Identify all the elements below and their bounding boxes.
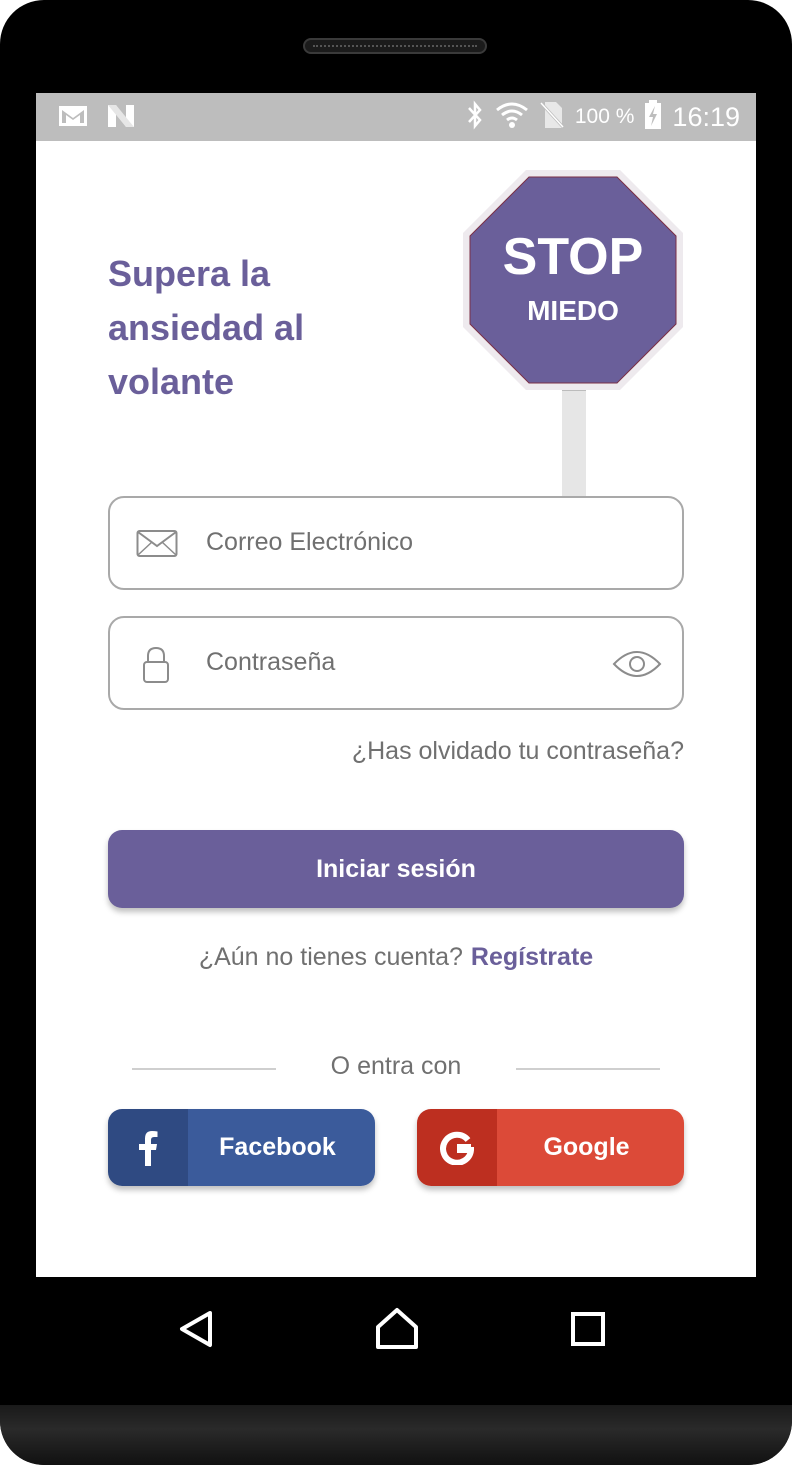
no-sim-icon [539,100,565,134]
recents-icon[interactable] [570,1305,608,1357]
signup-prompt: ¿Aún no tienes cuenta? [198,943,463,971]
android-nav-bar [0,1277,792,1405]
sign-stop-text: STOP [503,228,644,286]
lock-icon [142,646,170,688]
wifi-icon [495,101,529,133]
social-divider-label: O entra con [330,1052,462,1080]
stop-sign-illustration: STOP MIEDO [463,170,683,497]
mail-icon [136,528,178,562]
eye-icon[interactable] [612,648,662,684]
sign-miedo-text: MIEDO [527,295,619,326]
email-field[interactable]: Correo Electrónico [108,496,684,590]
divider-right [516,1068,660,1070]
google-label: Google [497,1109,684,1186]
signup-row: ¿Aún no tienes cuenta? Regístrate [36,943,756,972]
bluetooth-icon [465,100,485,134]
headline: Supera la ansiedad al volante [108,253,305,402]
forgot-password-link[interactable]: ¿Has olvidado tu contraseña? [352,737,684,766]
back-icon[interactable] [176,1305,216,1357]
phone-speaker [303,38,487,54]
facebook-button[interactable]: Facebook [108,1109,375,1186]
phone-bottom-bezel [0,1405,792,1465]
facebook-icon [108,1109,188,1186]
password-placeholder: Contraseña [206,648,336,676]
gmail-icon [58,104,88,132]
login-button[interactable]: Iniciar sesión [108,830,684,908]
facebook-label: Facebook [188,1109,375,1186]
google-button[interactable]: Google [417,1109,684,1186]
google-icon [417,1109,497,1186]
email-placeholder: Correo Electrónico [206,528,414,556]
battery-percent: 100 % [574,105,635,128]
n-notification-icon [106,103,136,133]
status-bar: 100 % 16:19 [36,93,756,141]
clock: 16:19 [672,101,740,132]
phone-frame: 100 % 16:19 Supera la ansiedad al volant… [0,0,792,1465]
app-screen: 100 % 16:19 Supera la ansiedad al volant… [36,93,756,1277]
signup-link[interactable]: Regístrate [471,943,593,971]
home-icon[interactable] [374,1305,420,1357]
password-field[interactable]: Contraseña [108,616,684,710]
battery-charging-icon [644,100,662,134]
